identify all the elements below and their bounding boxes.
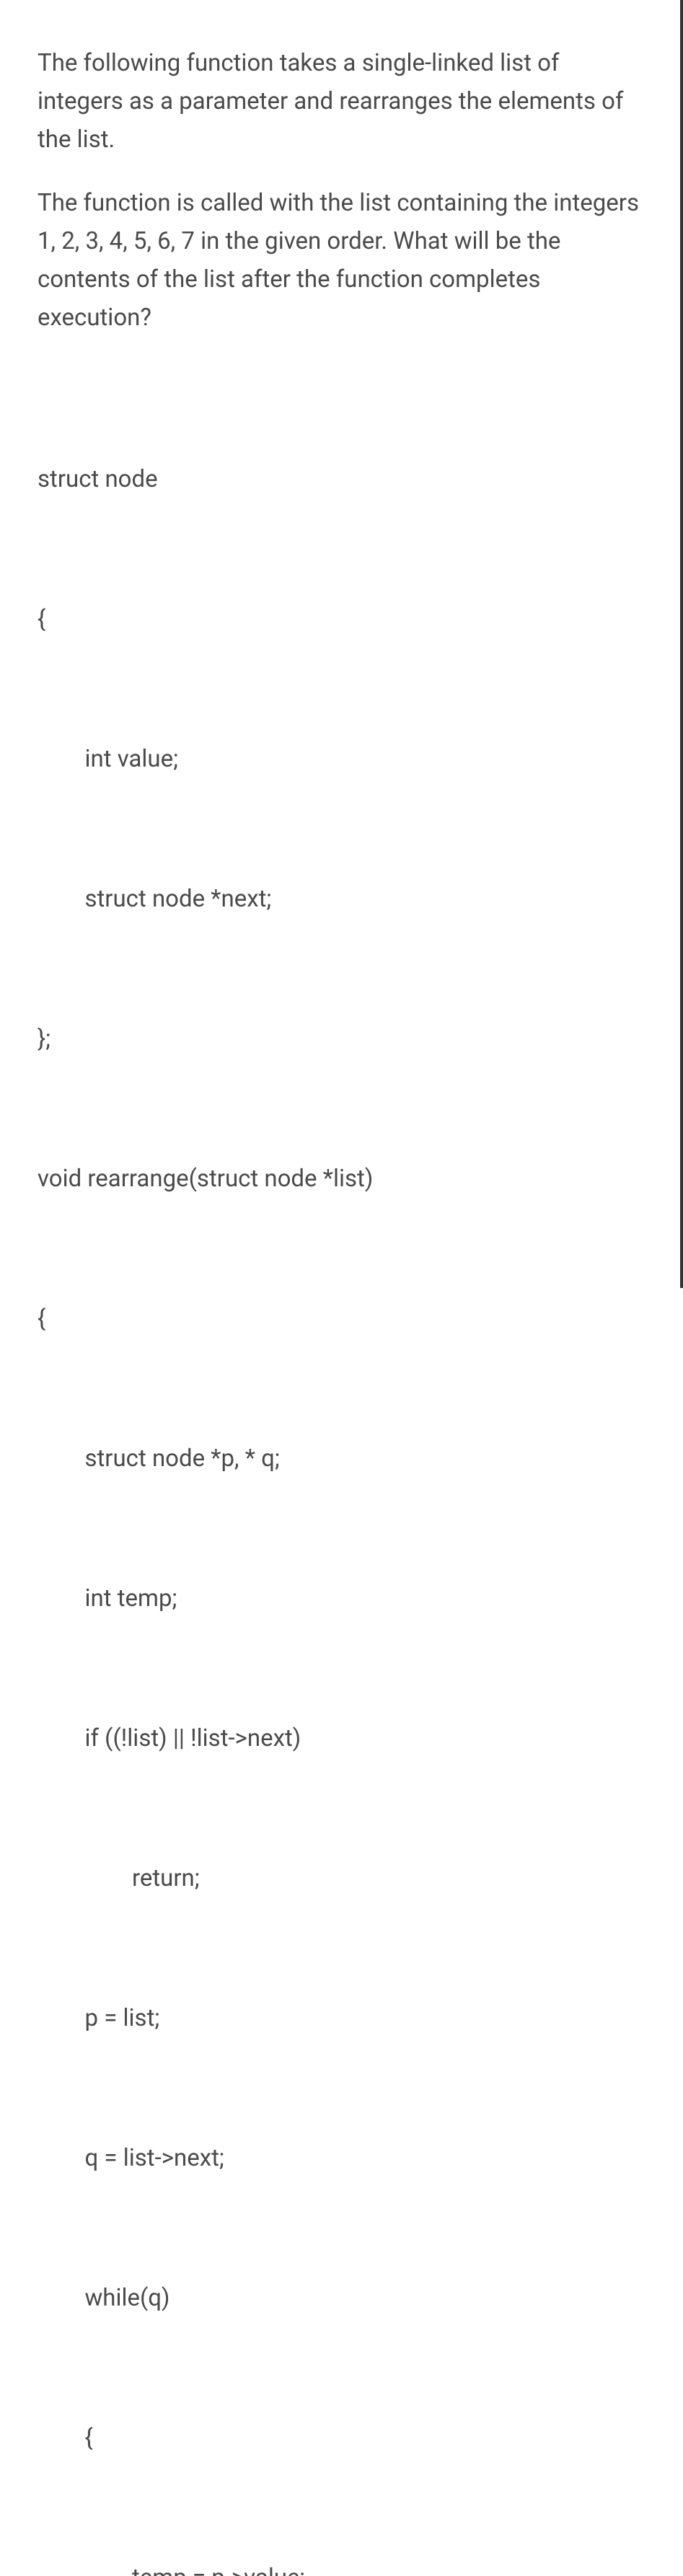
code-line: temp = p->value;: [38, 2555, 643, 2576]
code-line: struct node *next;: [38, 876, 643, 923]
code-line: int value;: [38, 736, 643, 783]
question-paragraph-1: The following function takes a single-li…: [38, 45, 643, 159]
code-line: };: [38, 1016, 643, 1063]
code-line: struct node: [38, 456, 643, 503]
code-block: struct node { int value; struct node *ne…: [38, 363, 643, 2576]
code-line: return;: [38, 1856, 643, 1902]
code-line: {: [38, 596, 643, 643]
code-line: struct node *p, * q;: [38, 1436, 643, 1483]
question-content: The following function takes a single-li…: [0, 0, 680, 2576]
code-line: while(q): [38, 2275, 643, 2322]
code-line: if ((!list) || !list->next): [38, 1716, 643, 1763]
code-line: p = list;: [38, 1995, 643, 2042]
code-line: q = list->next;: [38, 2135, 643, 2182]
question-paragraph-2: The function is called with the list con…: [38, 185, 643, 337]
code-line: int temp;: [38, 1576, 643, 1623]
code-line: {: [38, 2415, 643, 2462]
code-line: {: [38, 1296, 643, 1343]
code-line: void rearrange(struct node *list): [38, 1156, 643, 1203]
